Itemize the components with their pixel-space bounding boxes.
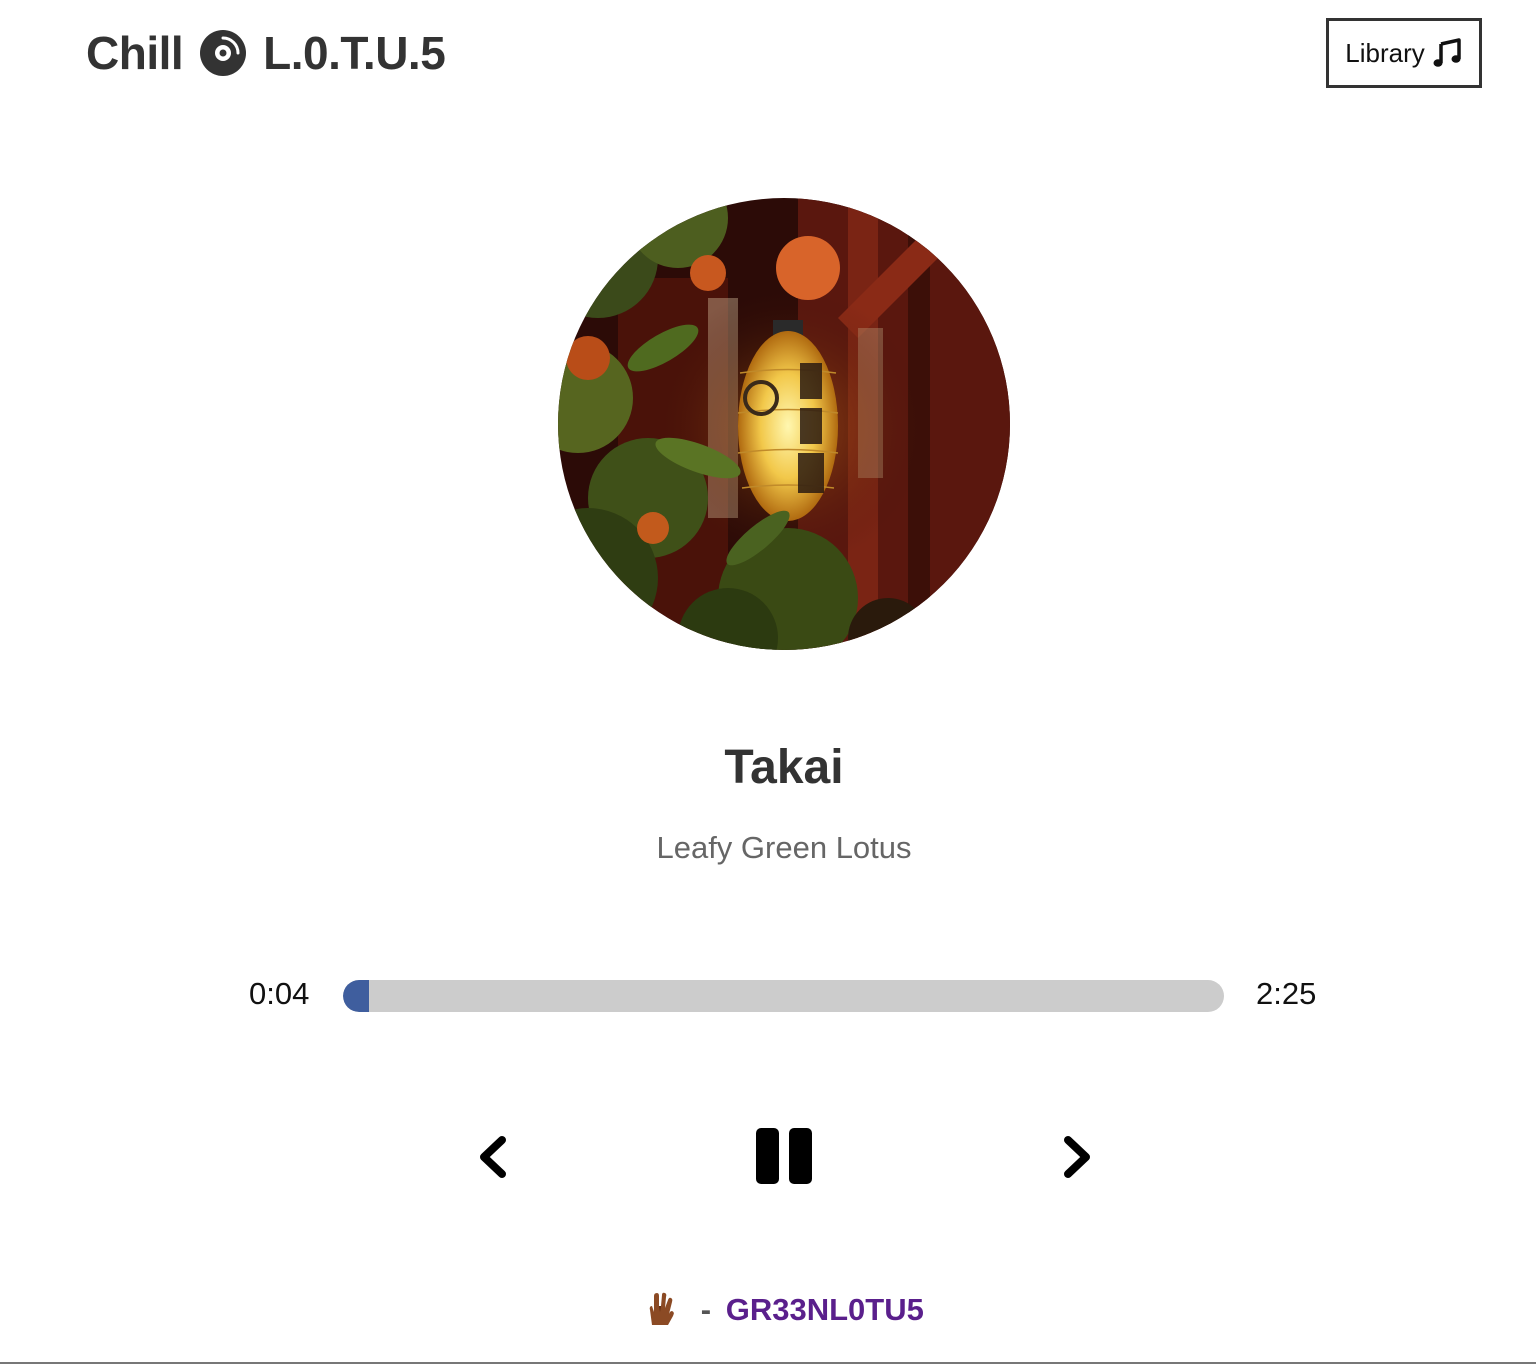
brand-word-lotus: L.0.T.U.5 [263,27,446,79]
next-track-button[interactable] [1056,1134,1096,1180]
previous-track-button[interactable] [474,1134,514,1180]
track-artist: Leafy Green Lotus [656,830,912,865]
progress-bar[interactable] [343,980,1224,1012]
music-player-page: Chill L.0.T.U.5 Library Takai Leafy Gree… [0,0,1536,1366]
vinyl-disc-icon [199,29,247,77]
total-time: 2:25 [1256,976,1317,1011]
current-time: 0:04 [249,976,310,1011]
album-cover [558,198,1010,650]
footer-credit: - GR33NL0TU5 [0,1292,1536,1328]
library-button[interactable]: Library [1326,18,1482,88]
pause-icon [756,1128,812,1184]
footer-separator: - [700,1292,712,1327]
pause-button[interactable] [754,1126,814,1186]
vulcan-salute-icon [644,1292,678,1326]
bottom-divider [0,1362,1536,1364]
music-note-icon [1433,38,1463,68]
app-brand: Chill L.0.T.U.5 [86,22,446,84]
track-title: Takai [724,741,844,794]
progress-fill [343,980,370,1012]
author-credit-link[interactable]: GR33NL0TU5 [726,1292,924,1327]
brand-word-chill: Chill [86,27,184,79]
library-button-label: Library [1345,37,1425,68]
chevron-right-icon [1064,1136,1090,1178]
chevron-left-icon [480,1136,506,1178]
